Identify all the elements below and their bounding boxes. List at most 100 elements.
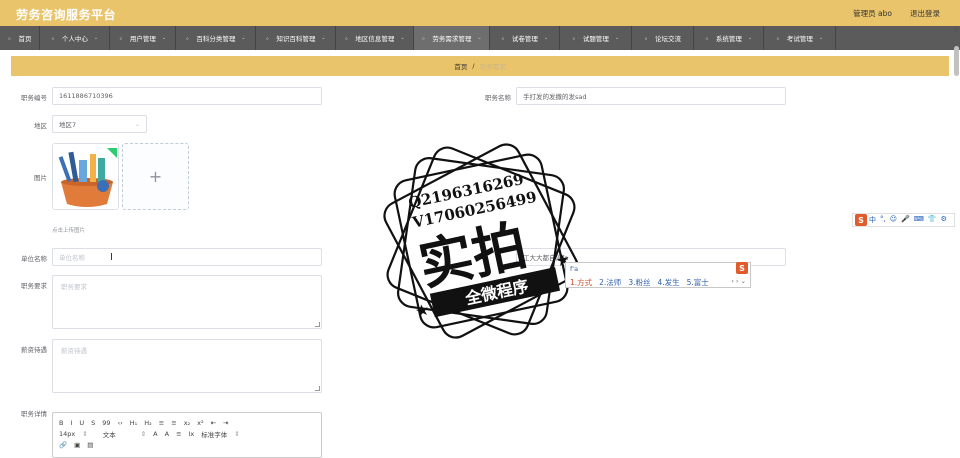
salary-textarea[interactable]: 薪资待遇 [52,339,322,393]
region-select[interactable]: 地区7 ⌄ [52,115,147,133]
salary-label: 薪资待遇 [21,346,47,354]
editor-button[interactable]: x² [197,419,203,427]
nav-item-2[interactable]: ◦ 用户管理 ⌄ [110,26,176,50]
resize-handle[interactable] [315,322,320,327]
chevron-down-icon: ⌄ [241,35,246,41]
editor-button[interactable]: ≡ [171,419,176,427]
ime-tool-icon[interactable]: 👕 [928,215,937,225]
nav-item-6[interactable]: ◦ 劳务需求管理 ⌄ [414,26,490,50]
salary-placeholder: 薪资待遇 [61,347,87,355]
nav-item-8[interactable]: ◦ 试题管理 ⌄ [560,26,632,50]
nav-item-7[interactable]: ◦ 试卷管理 ⌄ [490,26,560,50]
ime-tool-icon[interactable]: ☺ [890,215,897,225]
person-icon: ◦ [50,34,55,43]
nav-item-label: 地区信息管理 [355,35,395,43]
ime-toolbar[interactable]: S 中 °, ☺ 🎤 ⌨ 👕 ⚙ [852,213,955,227]
editor-format-buttons: A A ≡ Ix [153,430,194,438]
editor-button[interactable]: x₂ [184,419,190,427]
nav-item-label: 首页 [18,35,32,43]
map-icon: ◦ [344,34,349,43]
ime-tool-icon[interactable]: °, [880,215,886,225]
ime-tool-icon[interactable]: ⌨ [914,215,924,225]
ime-page-nav[interactable]: ‹ › ⌄ [731,277,746,285]
link-icon[interactable]: 🔗 [59,441,67,449]
sogou-logo-icon: S [736,262,748,274]
image-icon[interactable]: ▣ [74,441,80,449]
editor-button[interactable]: A [165,430,169,438]
app-title: 劳务咨询服务平台 [16,8,117,22]
image-upload-button[interactable]: + [122,143,189,210]
breadcrumb-separator: / [472,62,475,70]
ime-tool-icon[interactable]: 🎤 [901,215,910,225]
editor-button[interactable]: ≡ [159,419,164,427]
nav-item-label: 考试管理 [786,35,813,43]
ime-candidate[interactable]: 4.发生 [657,277,679,288]
logout-link[interactable]: 退出登录 [910,8,940,19]
nav-item-11[interactable]: ◦ 考试管理 ⌄ [764,26,836,50]
ime-candidate[interactable]: 5.富士 [687,277,709,288]
breadcrumb-home[interactable]: 首页 [454,61,467,71]
job-name-input[interactable]: 手打发的发撒的发sad [516,87,786,105]
nav-item-1[interactable]: ◦ 个人中心 ⌄ [40,26,110,50]
nav-item-0[interactable]: ◦ 首页 [0,26,40,50]
rich-text-editor[interactable]: B I U S 99 ‹› H₁ H₂ ≡ ≡ x₂ x² ⇤ ⇥ 14px ⇕ 文本 ⇕ A A ≡ Ix 标准字… [52,412,322,458]
sogou-logo-icon: S [855,214,867,226]
job-requirement-label: 职务要求 [21,282,47,290]
ime-candidate[interactable]: 3.粉丝 [628,277,650,288]
chevron-down-icon: ⌄ [134,120,140,128]
block-type-select[interactable]: 文本 [103,429,116,439]
ime-tool-icon[interactable]: ⚙ [941,215,947,225]
nav-item-10[interactable]: ◦ 系统管理 ⌄ [694,26,764,50]
editor-button[interactable]: B [59,419,63,427]
resize-handle[interactable] [315,386,320,391]
editor-button[interactable]: H₁ [130,419,138,427]
home-icon: ◦ [7,34,12,43]
nav-item-4[interactable]: ◦ 知识百科管理 ⌄ [256,26,336,50]
user-info: 管理员 abo 退出登录 [853,8,940,19]
editor-toolbar-row-1: B I U S 99 ‹› H₁ H₂ ≡ ≡ x₂ x² ⇤ ⇥ [59,417,315,428]
nav-item-3[interactable]: ◦ 百科分类管理 ⌄ [176,26,256,50]
editor-button[interactable]: I [70,419,72,427]
top-header: 劳务咨询服务平台 管理员 abo 退出登录 [0,0,960,26]
job-no-input[interactable]: 1611886710396 [52,87,322,105]
nav-item-label: 用户管理 [129,35,156,43]
editor-button[interactable]: 99 [102,419,110,427]
ime-candidate[interactable]: 2.法师 [599,277,621,288]
image-label: 图片 [34,174,47,182]
video-icon[interactable]: ▤ [87,441,93,449]
editor-button[interactable]: A [153,430,157,438]
chevron-down-icon: ⌄ [93,35,99,41]
editor-button[interactable]: ⇤ [211,419,216,427]
user-icon: ◦ [118,34,123,43]
editor-button[interactable]: Ix [189,430,195,438]
chevron-down-icon: ⌄ [614,35,620,41]
nav-item-label: 系统管理 [715,35,742,43]
username: 管理员 abo [853,9,892,18]
question-icon: ◦ [571,34,576,43]
ime-candidate[interactable]: 1.方式 [570,277,592,288]
editor-button[interactable]: ⇥ [223,419,228,427]
editor-toolbar: B I U S 99 ‹› H₁ H₂ ≡ ≡ x₂ x² ⇤ ⇥ 14px ⇕ 文本 ⇕ A A ≡ Ix 标准字… [53,413,321,454]
editor-button[interactable]: H₂ [144,419,152,427]
text-cursor-icon: I [110,252,113,263]
nav-item-label: 知识百科管理 [276,35,316,43]
font-family-select[interactable]: 标准字体 [201,429,227,439]
editor-button[interactable]: ‹› [118,419,123,427]
scrollbar-thumb[interactable] [954,46,959,76]
scroll-up-arrow-icon[interactable]: ▲ [954,27,958,33]
ime-tool-icon[interactable]: 中 [869,215,876,225]
font-size-select[interactable]: 14px [59,430,75,438]
nav-item-5[interactable]: ◦ 地区信息管理 ⌄ [336,26,414,50]
nav-item-label: 论坛交流 [655,35,681,43]
ime-candidate-window[interactable]: f'a 1.方式 2.法师 3.粉丝 4.发生 5.富士 ‹ › ⌄ S [565,262,751,288]
editor-button[interactable]: S [91,419,95,427]
gear-icon: ◦ [704,34,709,43]
unit-name-input[interactable]: 单位名称 [52,248,322,266]
region-select-value: 地区7 [59,121,77,129]
editor-button[interactable]: ≡ [176,430,181,438]
editor-button[interactable]: U [79,419,84,427]
nav-item-9[interactable]: ◦ 论坛交流 [632,26,694,50]
forum-icon: ◦ [644,34,648,43]
job-requirement-textarea[interactable]: 职务要求 [52,275,322,329]
uploaded-image-thumbnail[interactable] [52,143,119,210]
